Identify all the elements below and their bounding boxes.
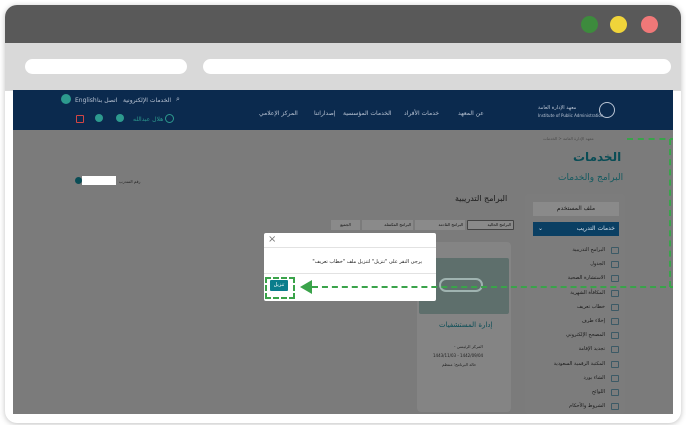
page-subtitle: البرامج والخدمات <box>558 173 624 183</box>
logo-text-en: Institute of Public Administration <box>538 113 604 118</box>
sidebar-item[interactable]: المكتبة الرقمية السعودية <box>529 358 621 372</box>
globe-icon <box>611 360 619 368</box>
close-icon[interactable]: × <box>268 234 276 245</box>
sidebar-item[interactable]: إخلاء طرف <box>529 315 621 329</box>
sidebar-item[interactable]: الشاء بورد <box>529 372 621 386</box>
dialog-divider-bottom <box>264 273 436 274</box>
logo-text-ar: معهد الإدارة العامة <box>538 105 577 111</box>
user-profile-tab[interactable]: ملف المستخدم <box>533 202 619 216</box>
program-status: حالة البرنامج: منتظم <box>442 362 477 367</box>
sidebar-item-label: المكتبة الرقمية السعودية <box>553 360 605 367</box>
nav-link-corporate[interactable]: الخدمات المؤسسية <box>343 110 392 117</box>
trainee-toggle-icon[interactable] <box>75 177 82 184</box>
nav-pill[interactable] <box>25 59 187 74</box>
tab-upcoming-label: البرامج القادمة <box>438 222 464 227</box>
document-icon <box>611 389 619 396</box>
sidebar-item-label: الاستشارة الصحية <box>567 275 605 282</box>
user-avatar-icon[interactable] <box>165 114 174 123</box>
sidebar-item-label: اللوائح <box>591 389 605 395</box>
page-title: الخدمات <box>573 150 622 164</box>
clearance-icon <box>611 318 619 325</box>
messages-icon[interactable] <box>116 114 124 122</box>
maximize-dot[interactable] <box>610 16 627 33</box>
breadcrumb[interactable]: معهد الإدارة العامة < الخدمات <box>543 136 594 141</box>
tab-current-programs[interactable]: البرامج الحالية <box>467 220 514 230</box>
sidebar-item-label: الشاء بورد <box>583 374 605 381</box>
sidebar-item-label: المكافأة الشهرية <box>570 289 605 296</box>
sidebar-item-label: الشروط والأحكام <box>569 403 605 410</box>
sidebar-item-label: إخلاء طرف <box>581 318 605 324</box>
services-sidebar: ملف المستخدم ⌄ خدمات التدريب البرامج الت… <box>525 194 625 414</box>
trainee-number-field[interactable] <box>82 176 116 185</box>
stethoscope-icon <box>439 278 483 292</box>
tab-all-programs[interactable]: الجميع <box>331 220 360 230</box>
monitor-icon <box>611 275 619 283</box>
sidebar-item-label: الجدول <box>590 261 605 268</box>
tab-upcoming-programs[interactable]: البرامج القادمة <box>415 220 465 230</box>
nav-link-media[interactable]: المركز الإعلامي <box>259 110 298 117</box>
sidebar-bracket-right <box>669 139 671 287</box>
sidebar-item[interactable]: اللوائح <box>529 386 621 400</box>
section-title: البرامج التدريبية <box>455 194 508 203</box>
arrow-head-icon <box>300 280 312 294</box>
money-icon <box>611 289 619 297</box>
sidebar-item[interactable]: المكافأة الشهرية <box>529 287 621 301</box>
program-title[interactable]: إدارة المستشفيات <box>439 321 492 329</box>
notifications-icon[interactable] <box>95 114 103 122</box>
sidebar-item[interactable]: البرامج التدريبية <box>529 244 621 258</box>
highlight-box <box>265 277 295 299</box>
board-icon <box>611 374 619 382</box>
dialog-divider <box>264 247 436 248</box>
minimize-dot[interactable] <box>581 16 598 33</box>
sidebar-item-label: تجديد الإقامة <box>578 346 605 353</box>
sidebar-item-label: المصحح الإلكتروني <box>566 332 605 339</box>
contact-link[interactable]: اتصل بنا <box>97 97 117 104</box>
tab-current-label: البرامج الحالية <box>487 222 511 227</box>
top-navbar: English اتصل بنا الخدمات الإلكترونية ⌕ ه… <box>13 90 673 130</box>
sidebar-item[interactable]: الجدول <box>529 258 621 272</box>
nav-link-about[interactable]: عن المعهد <box>458 110 484 117</box>
nav-link-publications[interactable]: إصداراتنا <box>314 110 335 117</box>
program-dates: 1443/11/03 - 1442/09/04 <box>433 353 484 358</box>
logout-icon[interactable] <box>76 115 84 123</box>
title-bar <box>5 5 681 43</box>
sidebar-item-label: البرامج التدريبية <box>572 247 605 253</box>
trainee-label: رقم المتدرب <box>119 179 141 184</box>
sidebar-bracket-top <box>627 138 673 140</box>
sidebar-item[interactable]: خطاب تعريف <box>529 301 621 315</box>
check-icon <box>611 332 619 340</box>
flag-icon <box>611 403 619 411</box>
list-icon <box>611 247 619 254</box>
tab-completed-programs[interactable]: البرامج المكتملة <box>362 220 413 230</box>
close-dot[interactable] <box>641 16 658 33</box>
chevron-down-icon: ⌄ <box>538 225 544 232</box>
user-profile-label: ملف المستخدم <box>556 205 596 212</box>
sidebar-item[interactable]: الاستشارة الصحية <box>529 272 621 286</box>
lang-link[interactable]: English <box>75 97 97 104</box>
url-field[interactable] <box>203 59 671 74</box>
language-globe-icon[interactable] <box>61 94 71 104</box>
sidebar-item[interactable]: تجديد الإقامة <box>529 343 621 357</box>
sidebar-item-label: خطاب تعريف <box>576 303 605 310</box>
id-icon <box>611 346 619 354</box>
search-icon[interactable]: ⌕ <box>176 95 180 104</box>
tab-completed-label: البرامج المكتملة <box>384 222 411 227</box>
training-services-tab[interactable]: ⌄ خدمات التدريب <box>533 222 619 236</box>
calendar-icon <box>611 261 619 269</box>
page-viewport: English اتصل بنا الخدمات الإلكترونية ⌕ ه… <box>13 90 673 414</box>
dialog-message: يرجى النقر على "تنزيل" لتنزيل ملف "خطاب … <box>312 259 422 265</box>
nav-link-individuals[interactable]: خدمات الأفراد <box>404 110 439 117</box>
tab-all-label: الجميع <box>340 222 351 227</box>
user-name[interactable]: هلال عبدالله <box>133 116 163 123</box>
sidebar-item[interactable]: الشروط والأحكام <box>529 400 621 414</box>
letter-icon <box>611 303 619 311</box>
eservices-link[interactable]: الخدمات الإلكترونية <box>123 97 171 104</box>
address-bar <box>5 43 681 91</box>
program-location: المركز الرئيسي - <box>454 344 483 349</box>
training-services-label: خدمات التدريب <box>576 225 615 232</box>
pointer-line <box>312 286 673 288</box>
institute-logo-icon[interactable] <box>599 102 615 118</box>
sidebar-item[interactable]: المصحح الإلكتروني <box>529 329 621 343</box>
